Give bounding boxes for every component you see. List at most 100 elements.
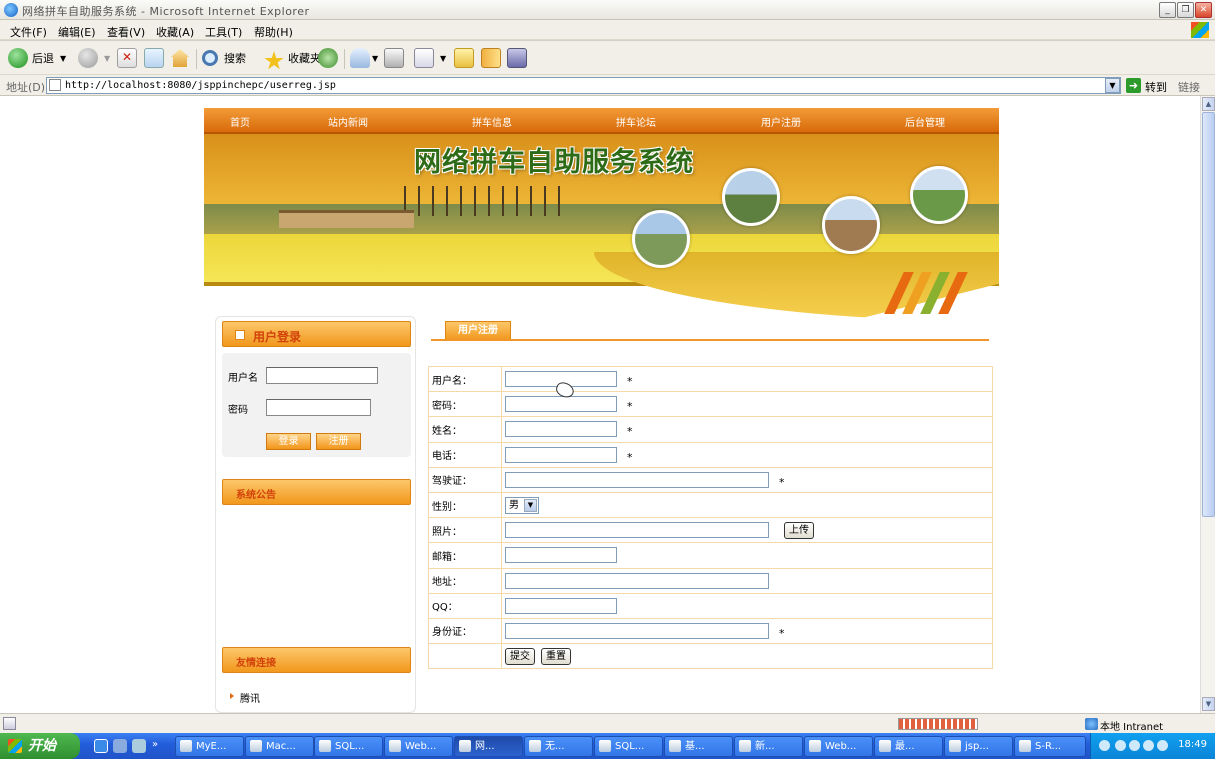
window-title-bar[interactable]: 网络拼车自助服务系统 - Microsoft Internet Explorer…	[0, 0, 1215, 20]
gender-select[interactable]: 男 ▼	[505, 496, 539, 514]
register-button[interactable]: 注册	[316, 433, 361, 450]
reset-button[interactable]: 重置	[541, 647, 571, 665]
taskbar-item[interactable]: SQL...	[314, 736, 383, 757]
research-button[interactable]	[481, 47, 501, 69]
tray-arrow-icon[interactable]	[1115, 740, 1126, 751]
license-input[interactable]	[505, 471, 769, 488]
mail-dropdown-icon[interactable]: ▼	[372, 54, 378, 63]
notice-box-title: 系统公告	[236, 490, 276, 501]
menu-tools[interactable]: 工具(T)	[205, 24, 242, 40]
nav-admin[interactable]: 后台管理	[905, 114, 945, 129]
vertical-scrollbar[interactable]: ▲ ▼	[1200, 96, 1215, 713]
address-bar: 地址(D) http://localhost:8080/jsppinchepc/…	[0, 75, 1215, 96]
go-arrow-icon[interactable]: ➜	[1126, 78, 1141, 93]
book-icon	[481, 48, 501, 68]
forward-dropdown-icon[interactable]: ▼	[104, 54, 110, 63]
login-username-label: 用户名	[228, 373, 258, 384]
taskbar-item[interactable]: SQL...	[594, 736, 663, 757]
refresh-button[interactable]	[144, 47, 164, 69]
photo-label: 照片：	[428, 517, 502, 544]
start-button[interactable]: 开始	[0, 733, 80, 759]
taskbar-item[interactable]: 无...	[524, 736, 593, 757]
forward-button[interactable]: ▼	[78, 47, 110, 69]
print-button[interactable]	[384, 47, 404, 69]
submit-button[interactable]: 提交	[505, 647, 535, 665]
gender-label: 性别：	[428, 491, 502, 519]
idcard-input[interactable]	[505, 622, 769, 639]
photo-input[interactable]	[505, 522, 769, 539]
nav-forum[interactable]: 拼车论坛	[616, 114, 656, 129]
close-button[interactable]: ✕	[1195, 2, 1212, 18]
link-tencent[interactable]: 腾讯	[240, 690, 260, 705]
taskbar-item[interactable]: Mac...	[245, 736, 314, 757]
history-icon	[318, 48, 338, 68]
address-field-input[interactable]	[505, 572, 769, 589]
nav-register[interactable]: 用户注册	[761, 114, 801, 129]
taskbar-item[interactable]: jsp...	[944, 736, 1013, 757]
menu-file[interactable]: 文件(F)	[10, 24, 47, 40]
taskbar-item[interactable]: 最...	[874, 736, 943, 757]
back-button[interactable]: 后退 ▼	[8, 47, 66, 69]
register-tab[interactable]: 用户注册	[445, 321, 511, 340]
menu-favorites[interactable]: 收藏(A)	[156, 24, 194, 40]
links-label[interactable]: 链接	[1178, 79, 1200, 95]
quicklaunch-media-icon[interactable]	[132, 739, 146, 753]
taskbar-item[interactable]: 新...	[734, 736, 803, 757]
name-label: 姓名：	[428, 416, 502, 443]
menu-edit[interactable]: 编辑(E)	[58, 24, 96, 40]
name-input[interactable]	[505, 421, 617, 438]
search-button[interactable]: 搜索	[202, 47, 246, 69]
password-input[interactable]	[505, 396, 617, 413]
edit-dropdown-icon[interactable]: ▼	[440, 54, 446, 63]
menu-help[interactable]: 帮助(H)	[254, 24, 293, 40]
taskbar-item-active[interactable]: 网...	[454, 736, 523, 757]
scroll-thumb[interactable]	[1202, 112, 1215, 517]
login-username-input[interactable]	[266, 367, 378, 384]
site-nav: 首页 站内新闻 拼车信息 拼车论坛 用户注册 后台管理	[204, 108, 999, 134]
username-label: 用户名：	[428, 365, 502, 393]
nav-home[interactable]: 首页	[230, 114, 250, 129]
address-input[interactable]: http://localhost:8080/jsppinchepc/userre…	[46, 77, 1121, 94]
login-box-header: 用户登录	[222, 321, 411, 347]
tray-volume-icon[interactable]	[1129, 740, 1140, 751]
tray-security-icon[interactable]	[1143, 740, 1154, 751]
folder-button[interactable]	[454, 47, 474, 69]
stop-button[interactable]	[117, 47, 137, 69]
back-dropdown-icon[interactable]: ▼	[60, 54, 66, 63]
scroll-up-icon[interactable]: ▲	[1202, 97, 1215, 111]
email-label: 邮箱：	[428, 542, 502, 569]
address-dropdown-button[interactable]: ▼	[1105, 78, 1120, 93]
scroll-down-icon[interactable]: ▼	[1202, 697, 1215, 711]
links-box-header: 友情连接	[222, 647, 411, 673]
quicklaunch-desktop-icon[interactable]	[113, 739, 127, 753]
maximize-button[interactable]: ❐	[1177, 2, 1194, 18]
login-password-input[interactable]	[266, 399, 371, 416]
home-button[interactable]	[170, 47, 190, 69]
quicklaunch-ie-icon[interactable]	[94, 739, 108, 753]
taskbar-item[interactable]: Web...	[384, 736, 453, 757]
go-button[interactable]: 转到	[1145, 79, 1167, 95]
taskbar-item[interactable]: Web...	[804, 736, 873, 757]
history-button[interactable]	[318, 47, 338, 69]
form-row-password: 密码： *	[428, 391, 993, 418]
nav-news[interactable]: 站内新闻	[328, 114, 368, 129]
minimize-button[interactable]: _	[1159, 2, 1176, 18]
taskbar-item[interactable]: S-R...	[1014, 736, 1086, 757]
quicklaunch-more-icon[interactable]: »	[152, 739, 166, 753]
tray-app-icon[interactable]	[1157, 740, 1168, 751]
intranet-zone-icon	[1085, 718, 1098, 730]
taskbar-item[interactable]: 基...	[664, 736, 733, 757]
tray-network-icon[interactable]	[1099, 740, 1110, 751]
taskbar-item[interactable]: MyE...	[175, 736, 244, 757]
login-button[interactable]: 登录	[266, 433, 311, 450]
menu-view[interactable]: 查看(V)	[107, 24, 145, 40]
edit-button[interactable]: ▼	[414, 47, 446, 69]
favorites-button[interactable]: 收藏夹	[254, 47, 321, 70]
upload-button[interactable]: 上传	[784, 521, 814, 539]
mail-button[interactable]: ▼	[350, 47, 378, 69]
qq-input[interactable]	[505, 597, 617, 614]
email-input[interactable]	[505, 547, 617, 564]
messenger-button[interactable]	[507, 47, 527, 69]
phone-input[interactable]	[505, 446, 617, 463]
nav-carpool-info[interactable]: 拼车信息	[472, 114, 512, 129]
